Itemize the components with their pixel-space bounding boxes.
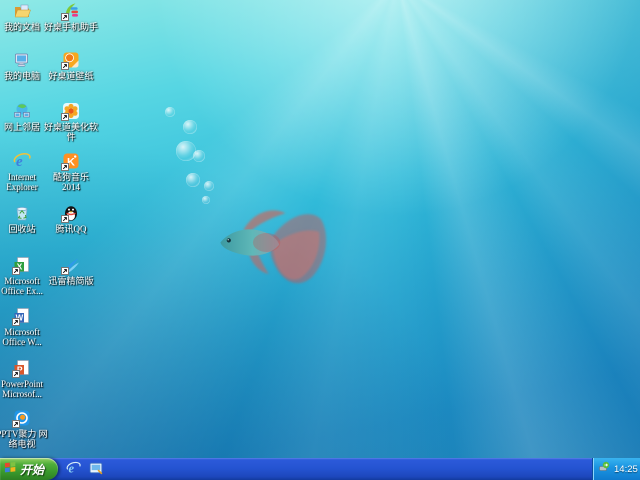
start-button-label: 开始 xyxy=(20,462,45,477)
windows-logo-icon xyxy=(4,461,17,477)
internet-explorer-icon: e xyxy=(13,152,31,170)
excel-icon: X xyxy=(12,256,31,275)
powerpoint-icon: P xyxy=(12,359,31,378)
desktop-icon-tencent-qq[interactable]: 腾讯QQ xyxy=(43,204,99,234)
icon-label: 好桌手机助手 xyxy=(43,22,98,32)
icon-label-line2: Microsof... xyxy=(2,389,42,399)
my-documents-icon xyxy=(13,2,31,20)
my-computer-icon xyxy=(13,51,31,69)
icon-label: 好桌道壁纸 xyxy=(48,71,94,81)
icon-label-line2: 2014 xyxy=(62,182,80,192)
desktop-icon-pptv[interactable]: PPTV聚力 网络电视 xyxy=(0,409,50,449)
safely-remove-hardware-icon[interactable] xyxy=(598,460,610,478)
thunder-bird-icon xyxy=(61,256,80,275)
desktop-icon-word[interactable]: W MicrosoftOffice W... xyxy=(0,307,50,347)
desktop-icon-haozhuo-phone-assistant[interactable]: 好桌手机助手 xyxy=(43,2,99,32)
bubble xyxy=(202,196,210,204)
quick-launch-bar: e xyxy=(66,461,104,476)
recycle-bin-icon xyxy=(13,204,31,222)
shortcut-arrow-badge xyxy=(12,318,20,326)
shortcut-arrow-badge xyxy=(61,163,69,171)
shortcut-arrow-badge xyxy=(61,13,69,21)
desktop-icon-haozhuodao-wallpaper[interactable]: 好桌道壁纸 xyxy=(43,51,99,81)
flower-beautify-icon xyxy=(61,102,80,121)
kugou-music-icon: K xyxy=(61,152,80,171)
desktop-icon-haozhuodao-beautify[interactable]: 好桌道美化软件 xyxy=(43,102,99,142)
icon-label: 迅雷精简版 xyxy=(48,276,94,286)
word-icon: W xyxy=(12,307,31,326)
network-globe-icon xyxy=(13,102,31,120)
shortcut-arrow-badge xyxy=(12,267,20,275)
betta-fish-wallpaper-art xyxy=(220,210,327,284)
desktop-icon-thunder-lite[interactable]: 迅雷精简版 xyxy=(43,256,99,286)
shortcut-arrow-badge xyxy=(61,62,69,70)
shortcut-arrow-badge xyxy=(12,420,20,428)
icon-label: Microsoft xyxy=(4,327,40,337)
bubble xyxy=(193,150,205,162)
shortcut-arrow-badge xyxy=(61,215,69,223)
qq-penguin-icon xyxy=(61,204,80,223)
taskbar[interactable]: 开始 e 14:25 xyxy=(0,458,640,480)
icon-label-line2: Office W... xyxy=(2,337,42,347)
desktop-icon-powerpoint[interactable]: P PowerPointMicrosof... xyxy=(0,359,50,399)
shortcut-arrow-badge xyxy=(12,370,20,378)
icon-label-line2: 件 xyxy=(66,132,76,142)
bubble xyxy=(165,107,175,117)
pptv-icon xyxy=(12,409,31,428)
bubble xyxy=(183,120,197,134)
icon-label: 酷狗音乐 xyxy=(52,172,89,182)
wallpaper-app-icon xyxy=(61,51,80,70)
phone-assistant-icon xyxy=(61,2,80,21)
icon-label-line2: Office Ex... xyxy=(1,286,43,296)
taskbar-clock[interactable]: 14:25 xyxy=(614,464,638,475)
show-desktop-icon[interactable] xyxy=(89,461,104,476)
icon-label: 好桌道美化软 xyxy=(43,122,98,132)
shortcut-arrow-badge xyxy=(61,267,69,275)
start-button[interactable]: 开始 xyxy=(0,458,58,480)
icon-label: PPTV聚力 网 xyxy=(0,429,48,439)
system-tray[interactable]: 14:25 xyxy=(592,458,640,480)
ie-quicklaunch-icon[interactable]: e xyxy=(66,461,81,476)
desktop[interactable]: 我的文档 我的电脑 网上邻居 e Internet Explorer 回收站 M… xyxy=(0,0,640,480)
bubble xyxy=(186,173,200,187)
icon-label: PowerPoint xyxy=(0,379,43,389)
icon-label-line2: 络电视 xyxy=(8,439,36,449)
icon-label: 腾讯QQ xyxy=(55,224,87,234)
shortcut-arrow-badge xyxy=(61,113,69,121)
desktop-icon-kugou-music[interactable]: K 酷狗音乐 2014 xyxy=(43,152,99,192)
